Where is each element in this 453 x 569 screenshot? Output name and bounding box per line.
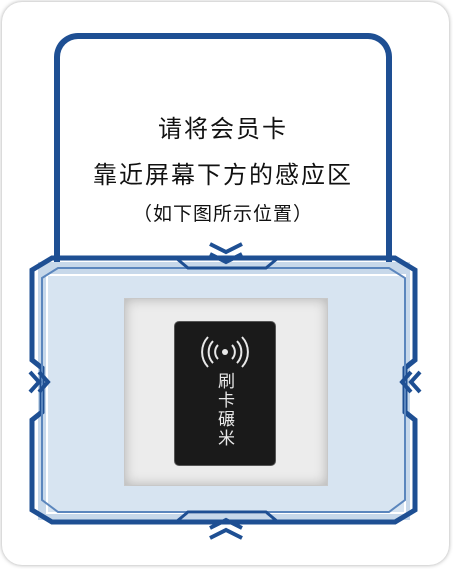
rfid-signal-icon (201, 336, 249, 368)
instruction-line-1: 请将会员卡 (158, 115, 288, 143)
card-reader-label: 刷卡碾米 (214, 372, 234, 448)
chevron-left-icon (399, 370, 422, 394)
chevron-right-icon (28, 370, 51, 394)
chevron-down-icon (209, 242, 243, 265)
instruction-line-3: （如下图所示位置） (132, 203, 313, 225)
chevron-up-icon (209, 517, 243, 540)
card-reader-sensor: 刷卡碾米 (174, 321, 276, 466)
instruction-line-2: 靠近屏幕下方的感应区 (93, 161, 353, 189)
